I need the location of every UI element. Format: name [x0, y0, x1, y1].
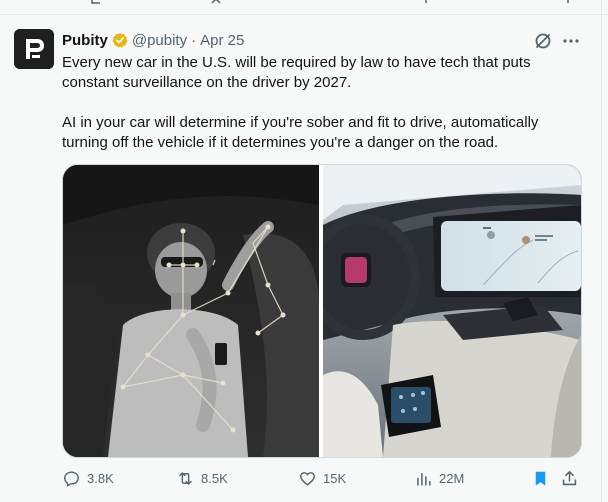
- reply-count: 3.8K: [87, 470, 114, 486]
- driver-monitoring-photo[interactable]: [63, 165, 319, 457]
- media-grid[interactable]: [62, 164, 582, 458]
- like-icon: [300, 471, 315, 486]
- previous-repost-icon[interactable]: [210, 0, 222, 4]
- repost-count: 8.5K: [201, 470, 228, 486]
- timeline-border: [601, 0, 602, 502]
- pubity-logo-icon: [14, 29, 54, 69]
- tweet-date[interactable]: Apr 25: [200, 32, 244, 49]
- more-icon[interactable]: [561, 31, 581, 51]
- repost-icon: [179, 471, 192, 485]
- repost-button[interactable]: 8.5K: [176, 466, 228, 490]
- views-button[interactable]: 22M: [414, 466, 464, 490]
- author-name[interactable]: Pubity: [62, 32, 108, 49]
- car-interior-photo[interactable]: [323, 165, 581, 457]
- tweet-action-bar: 3.8K 8.5K 15K 22M: [62, 466, 582, 490]
- tweet-text: Every new car in the U.S. will be requir…: [62, 53, 582, 153]
- reply-button[interactable]: 3.8K: [62, 466, 114, 490]
- tweet-paragraph-1: Every new car in the U.S. will be requir…: [62, 54, 531, 91]
- share-button[interactable]: [560, 466, 579, 490]
- verified-badge-icon[interactable]: [112, 32, 128, 48]
- grok-icon[interactable]: [533, 31, 553, 51]
- bookmark-icon: [535, 471, 546, 486]
- avatar[interactable]: [14, 29, 54, 69]
- views-icon: [417, 472, 431, 486]
- like-button[interactable]: 15K: [298, 466, 346, 490]
- like-count: 15K: [323, 470, 347, 486]
- reply-icon: [64, 470, 79, 486]
- tweet-paragraph-2: AI in your car will determine if you're …: [62, 114, 539, 151]
- previous-share-icon[interactable]: [562, 0, 574, 4]
- share-icon: [562, 470, 577, 485]
- previous-views-icon[interactable]: [420, 0, 432, 4]
- separator-dot: ·: [191, 31, 197, 49]
- tweet-header: Pubity @pubity · Apr 25: [62, 30, 244, 50]
- bookmark-button[interactable]: [531, 466, 550, 490]
- previous-tweet-actions-edge: [0, 0, 608, 15]
- previous-reply-icon[interactable]: [90, 0, 102, 4]
- views-count: 22M: [439, 470, 465, 486]
- author-handle[interactable]: @pubity: [132, 32, 187, 49]
